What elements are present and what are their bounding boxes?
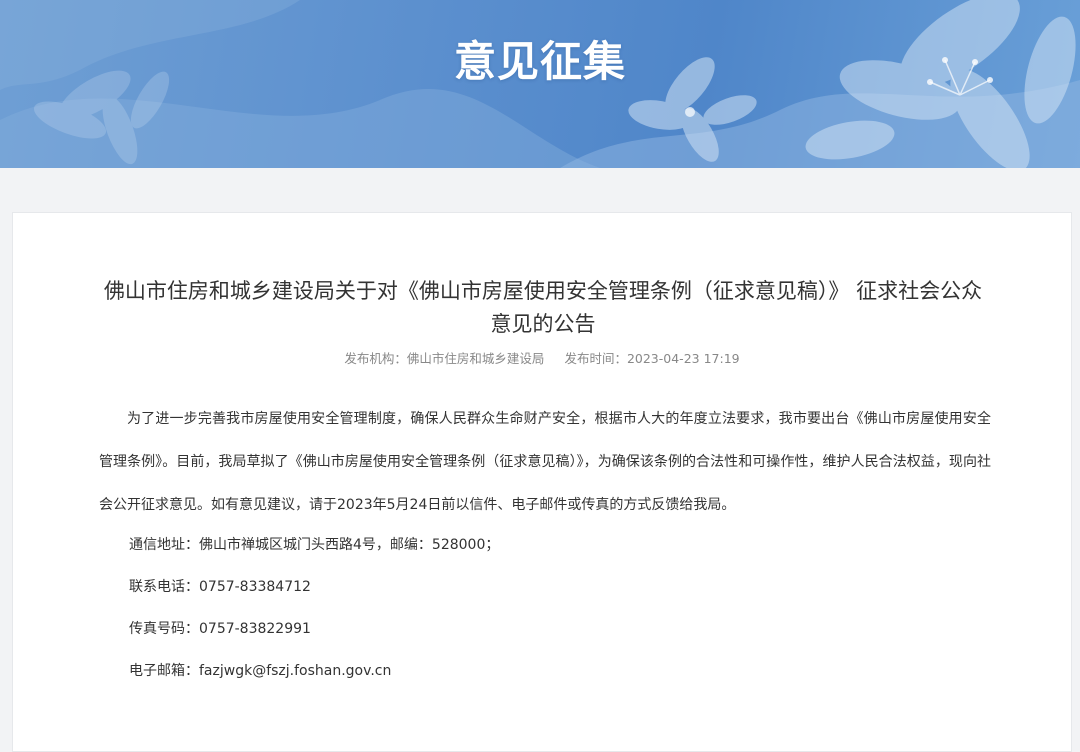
banner-title: 意见征集 xyxy=(453,37,626,86)
publish-time-value: 2023-04-23 17:19 xyxy=(626,351,740,366)
publisher-value: 佛山市住房和城乡建设局 xyxy=(406,351,545,366)
header-banner: 意见征集 xyxy=(0,0,1080,168)
article-card: 佛山市住房和城乡建设局关于对《佛山市房屋使用安全管理条例（征求意见稿）》 征求社… xyxy=(12,212,1072,752)
article-meta: 发布机构：佛山市住房和城乡建设局 发布时间：2023-04-23 17:19 xyxy=(13,350,1071,368)
contact-address: 通信地址：佛山市禅城区城门头西路4号，邮编：528000； xyxy=(129,537,500,553)
article-body: 为了进一步完善我市房屋使用安全管理制度，确保人民群众生命财产安全，根据市人大的年… xyxy=(99,411,991,513)
contact-phone: 联系电话：0757-83384712 xyxy=(129,579,311,595)
publisher-label: 发布机构： xyxy=(344,351,407,366)
contact-email: 电子邮箱：fazjwgk@fszj.foshan.gov.cn xyxy=(129,663,392,679)
contact-fax: 传真号码：0757-83822991 xyxy=(129,621,311,637)
article-title: 佛山市住房和城乡建设局关于对《佛山市房屋使用安全管理条例（征求意见稿）》 征求社… xyxy=(103,279,983,336)
publish-time-label: 发布时间： xyxy=(564,351,627,366)
